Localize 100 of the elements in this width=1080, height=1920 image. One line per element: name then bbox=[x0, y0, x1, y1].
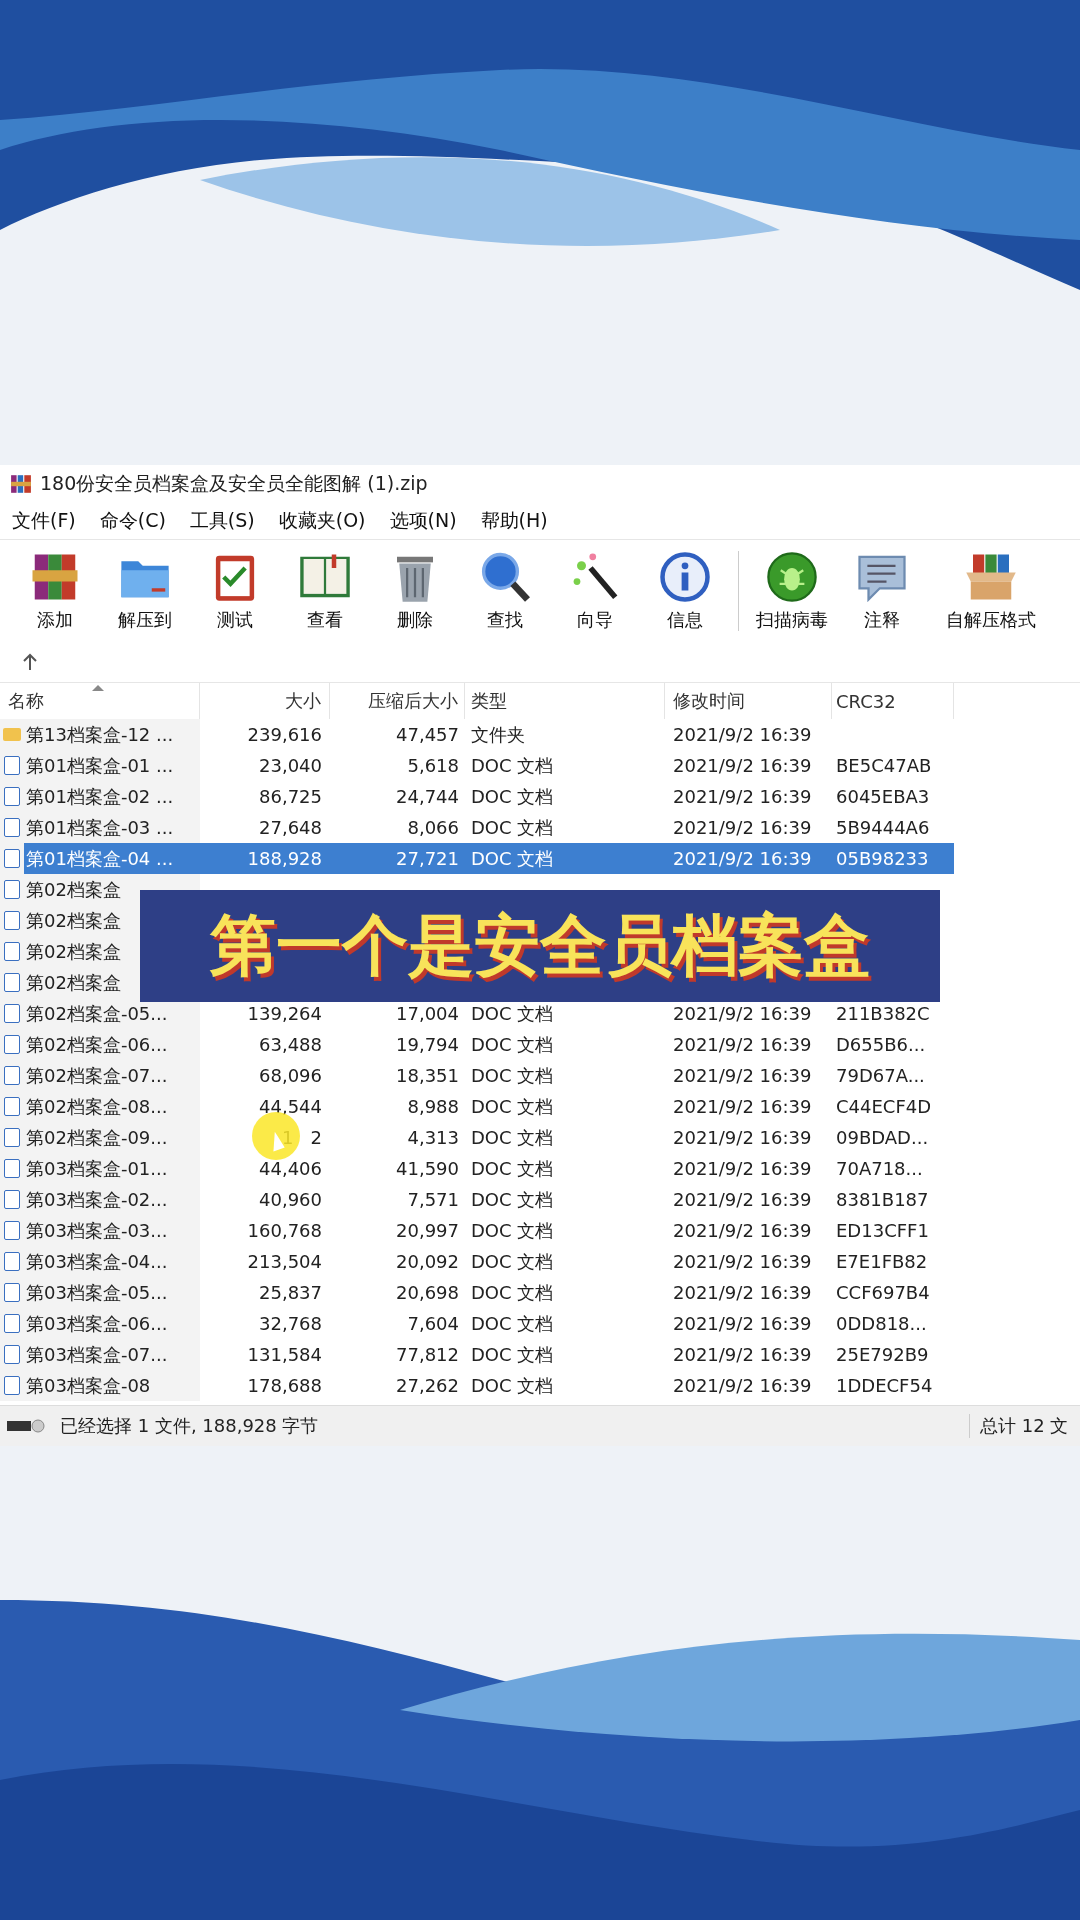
table-cell: 第02档案盒-06... bbox=[26, 1032, 168, 1057]
table-cell: DOC 文档 bbox=[471, 1156, 554, 1181]
table-cell: D655B6... bbox=[836, 1034, 926, 1055]
document-icon bbox=[4, 1190, 20, 1209]
document-icon bbox=[4, 880, 20, 899]
menu-item[interactable]: 工具(S) bbox=[177, 508, 267, 534]
table-cell: 8,066 bbox=[407, 817, 459, 838]
table-cell: 77,812 bbox=[396, 1344, 459, 1365]
caption-text: 第一个是安全员档案盒 bbox=[140, 890, 940, 1002]
menu-item[interactable]: 帮助(H) bbox=[468, 508, 560, 534]
table-cell: 40,960 bbox=[259, 1189, 322, 1210]
document-icon bbox=[4, 1221, 20, 1240]
table-cell: 2021/9/2 16:39 bbox=[673, 1251, 812, 1272]
bug-icon bbox=[765, 550, 819, 604]
table-cell: 2021/9/2 16:39 bbox=[673, 848, 812, 869]
window-title: 180份安全员档案盒及安全员全能图解 (1).zip bbox=[40, 471, 428, 496]
table-cell: DOC 文档 bbox=[471, 1094, 554, 1119]
table-cell: 第02档案盒 bbox=[26, 939, 121, 964]
menu-item[interactable]: 命令(C) bbox=[87, 508, 178, 534]
toolbar-button[interactable]: 注释 bbox=[837, 550, 927, 632]
toolbar-button[interactable]: 解压到 bbox=[100, 550, 190, 632]
table-cell: 第01档案盒-01 ... bbox=[26, 753, 174, 778]
table-cell: 第03档案盒-06... bbox=[26, 1311, 168, 1336]
toolbar-button[interactable]: 查找 bbox=[460, 550, 550, 632]
status-text: 总计 12 文 bbox=[980, 1415, 1069, 1436]
table-cell: BE5C47AB bbox=[836, 755, 932, 776]
table-cell: 17,004 bbox=[396, 1003, 459, 1024]
table-cell: 7,571 bbox=[407, 1189, 459, 1210]
document-icon bbox=[4, 973, 20, 992]
table-cell: 1DDECF54 bbox=[836, 1375, 933, 1396]
table-cell: 第02档案盒-05... bbox=[26, 1001, 168, 1026]
table-cell: DOC 文档 bbox=[471, 1342, 554, 1367]
table-cell: 2021/9/2 16:39 bbox=[673, 1375, 812, 1396]
toolbar-button[interactable]: 删除 bbox=[370, 550, 460, 632]
table-cell: 第02档案盒-09... bbox=[26, 1125, 168, 1150]
table-cell: 211B382C bbox=[836, 1003, 930, 1024]
document-icon bbox=[4, 1314, 20, 1333]
table-cell: 第03档案盒-05... bbox=[26, 1280, 168, 1305]
table-cell: 2021/9/2 16:39 bbox=[673, 1282, 812, 1303]
table-cell: 第03档案盒-04... bbox=[26, 1249, 168, 1274]
table-cell: 178,688 bbox=[247, 1375, 322, 1396]
table-cell: 239,616 bbox=[247, 724, 322, 745]
table-cell: 139,264 bbox=[247, 1003, 322, 1024]
table-cell: 32,768 bbox=[259, 1313, 322, 1334]
menu-item[interactable]: 选项(N) bbox=[377, 508, 469, 534]
table-cell: 70A718... bbox=[836, 1158, 923, 1179]
document-icon bbox=[4, 818, 20, 837]
table-cell: 213,504 bbox=[247, 1251, 322, 1272]
table-cell: 86,725 bbox=[259, 786, 322, 807]
table-cell: 第03档案盒-02... bbox=[26, 1187, 168, 1212]
table-cell: DOC 文档 bbox=[471, 1373, 554, 1398]
document-icon bbox=[4, 1345, 20, 1364]
table-cell: 2021/9/2 16:39 bbox=[673, 724, 812, 745]
table-cell: DOC 文档 bbox=[471, 1001, 554, 1026]
table-cell: 2021/9/2 16:39 bbox=[673, 1220, 812, 1241]
column-header[interactable]: 大小 bbox=[200, 683, 330, 719]
table-cell: 第13档案盒-12 ... bbox=[26, 722, 174, 747]
info-icon bbox=[658, 550, 712, 604]
column-header[interactable]: 压缩后大小 bbox=[330, 683, 465, 719]
table-cell: 79D67A... bbox=[836, 1065, 925, 1086]
table-cell: 19,794 bbox=[396, 1034, 459, 1055]
toolbar-button[interactable]: 自解压格式 bbox=[927, 550, 1055, 632]
table-cell: 25,837 bbox=[259, 1282, 322, 1303]
table-cell: 2021/9/2 16:39 bbox=[673, 755, 812, 776]
column-header[interactable]: CRC32 bbox=[832, 683, 954, 719]
toolbar-button[interactable]: 向导 bbox=[550, 550, 640, 632]
table-cell: 2021/9/2 16:39 bbox=[673, 1034, 812, 1055]
toolbar-button[interactable]: 信息 bbox=[640, 550, 730, 632]
table-cell: 第01档案盒-02 ... bbox=[26, 784, 174, 809]
table-cell: 27,648 bbox=[259, 817, 322, 838]
toolbar-button[interactable]: 查看 bbox=[280, 550, 370, 632]
table-cell: 27,721 bbox=[396, 848, 459, 869]
table-cell: DOC 文档 bbox=[471, 815, 554, 840]
table-cell: 0DD818... bbox=[836, 1313, 927, 1334]
selected-row[interactable]: 第01档案盒-04 ... 188,928 27,721 DOC 文档 2021/9/2 16:39 05B98233 bbox=[24, 843, 954, 874]
books-icon bbox=[10, 473, 32, 495]
table-cell: DOC 文档 bbox=[471, 1187, 554, 1212]
document-icon bbox=[4, 1004, 20, 1023]
toolbar-button[interactable]: 扫描病毒 bbox=[747, 550, 837, 632]
column-header[interactable]: 修改时间 bbox=[665, 683, 832, 719]
drive-icon bbox=[6, 1418, 46, 1434]
table-cell: 131,584 bbox=[247, 1344, 322, 1365]
document-icon bbox=[4, 1066, 20, 1085]
column-header[interactable]: 类型 bbox=[465, 683, 665, 719]
table-cell: 63,488 bbox=[259, 1034, 322, 1055]
table-cell: DOC 文档 bbox=[471, 1125, 554, 1150]
menu-item[interactable]: 收藏夹(O) bbox=[266, 508, 378, 534]
table-cell: 第03档案盒-07... bbox=[26, 1342, 168, 1367]
folder-icon bbox=[3, 728, 21, 741]
table-cell: 24,744 bbox=[396, 786, 459, 807]
toolbar-button[interactable]: 测试 bbox=[190, 550, 280, 632]
table-cell: DOC 文档 bbox=[471, 1063, 554, 1088]
table-cell: 5,618 bbox=[407, 755, 459, 776]
status-text: 已经选择 1 文件, 188,928 字节 bbox=[60, 1414, 320, 1438]
toolbar-button[interactable]: 添加 bbox=[10, 550, 100, 632]
table-cell: DOC 文档 bbox=[471, 753, 554, 778]
table-cell: 44,406 bbox=[259, 1158, 322, 1179]
menu-item[interactable]: 文件(F) bbox=[0, 508, 88, 534]
table-cell: 2021/9/2 16:39 bbox=[673, 1003, 812, 1024]
table-cell: 09BDAD... bbox=[836, 1127, 929, 1148]
